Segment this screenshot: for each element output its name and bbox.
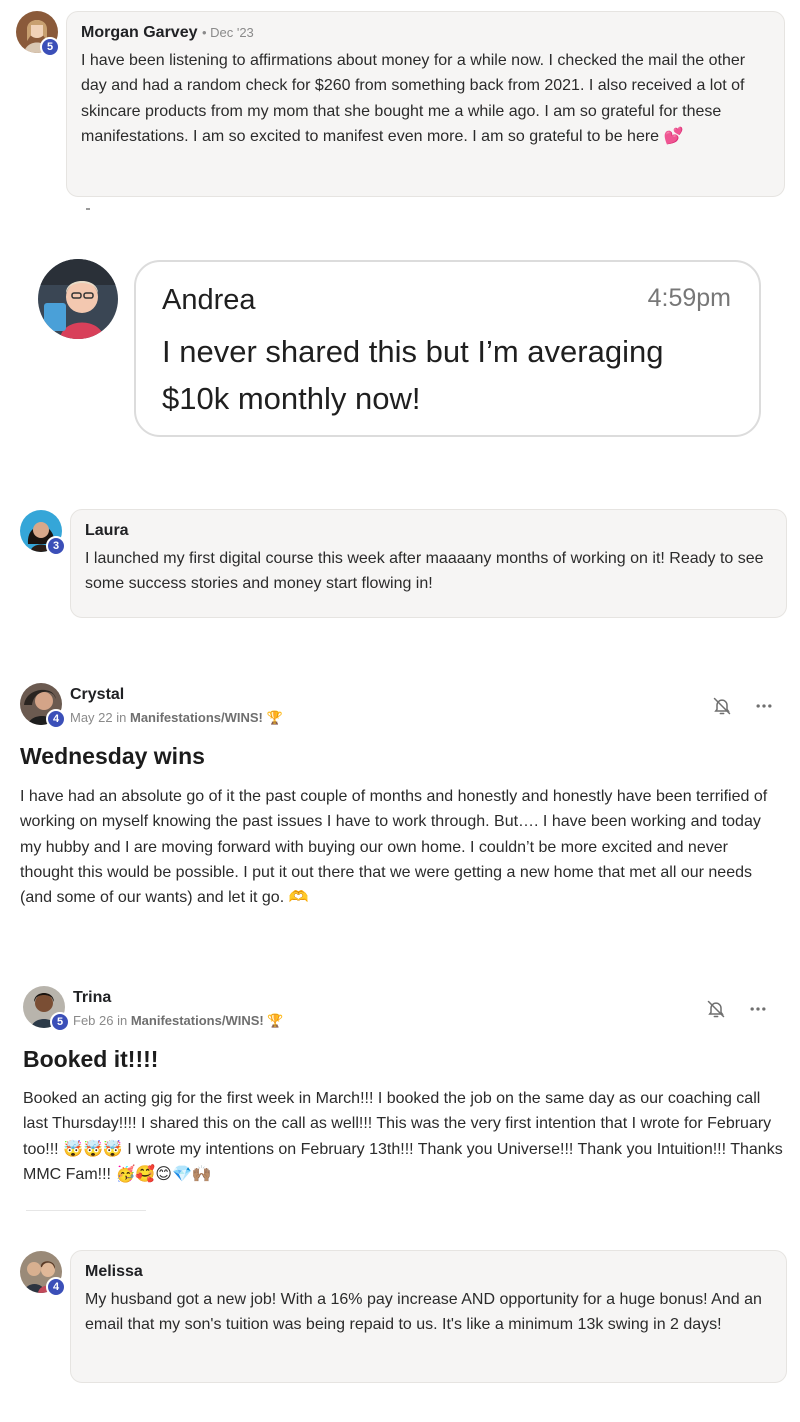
- avatar-morgan[interactable]: 5: [16, 11, 60, 57]
- comment-author[interactable]: Laura: [85, 522, 129, 539]
- post-category[interactable]: Manifestations/WINS! 🏆: [130, 710, 283, 725]
- post-body: I have had an absolute go of it the past…: [20, 788, 768, 907]
- post-meta: May 22 in Manifestations/WINS! 🏆: [70, 710, 283, 726]
- message-card-andrea: Andrea 4:59pm I never shared this but I’…: [134, 260, 761, 437]
- post-category[interactable]: Manifestations/WINS! 🏆: [131, 1013, 284, 1028]
- post-title[interactable]: Wednesday wins: [20, 743, 205, 770]
- comment-text: I launched my first digital course this …: [85, 550, 764, 593]
- level-badge: 5: [40, 37, 60, 57]
- message-time: 4:59pm: [647, 284, 731, 312]
- avatar-andrea: [38, 259, 118, 339]
- level-badge: 4: [46, 1277, 66, 1297]
- post-date[interactable]: May 22 in: [70, 710, 130, 725]
- avatar-crystal[interactable]: 4: [20, 683, 66, 729]
- more-horizontal-icon[interactable]: [746, 997, 770, 1021]
- bell-off-icon[interactable]: [704, 997, 728, 1021]
- divider-mark: [86, 208, 90, 210]
- comment-author[interactable]: Melissa: [85, 1263, 143, 1280]
- post-date[interactable]: Feb 26 in: [73, 1013, 131, 1028]
- level-badge: 5: [50, 1012, 70, 1032]
- comment-author[interactable]: Morgan Garvey: [81, 24, 197, 41]
- comment-bubble-laura: Laura I launched my first digital course…: [70, 509, 787, 618]
- post-title[interactable]: Booked it!!!!: [23, 1046, 158, 1073]
- comment-bubble-morgan: Morgan Garvey • Dec '23 I have been list…: [66, 11, 785, 197]
- comment-date[interactable]: • Dec '23: [202, 25, 254, 40]
- level-badge: 4: [46, 709, 66, 729]
- post-meta: Feb 26 in Manifestations/WINS! 🏆: [73, 1013, 284, 1029]
- more-horizontal-icon[interactable]: [752, 694, 776, 718]
- avatar-trina[interactable]: 5: [23, 986, 70, 1032]
- comment-text: I have been listening to affirmations ab…: [81, 52, 746, 145]
- bell-off-icon[interactable]: [710, 694, 734, 718]
- avatar-melissa[interactable]: 4: [20, 1251, 66, 1297]
- post-author[interactable]: Crystal: [70, 686, 124, 704]
- level-badge: 3: [46, 536, 66, 556]
- comment-bubble-melissa: Melissa My husband got a new job! With a…: [70, 1250, 787, 1383]
- comment-text: My husband got a new job! With a 16% pay…: [85, 1291, 762, 1334]
- avatar-laura[interactable]: 3: [20, 510, 66, 556]
- post-body: Booked an acting gig for the first week …: [23, 1090, 783, 1183]
- message-text: I never shared this but I’m averaging $1…: [162, 334, 664, 416]
- section-divider: [26, 1210, 146, 1211]
- message-sender: Andrea: [162, 284, 256, 316]
- post-author[interactable]: Trina: [73, 989, 111, 1007]
